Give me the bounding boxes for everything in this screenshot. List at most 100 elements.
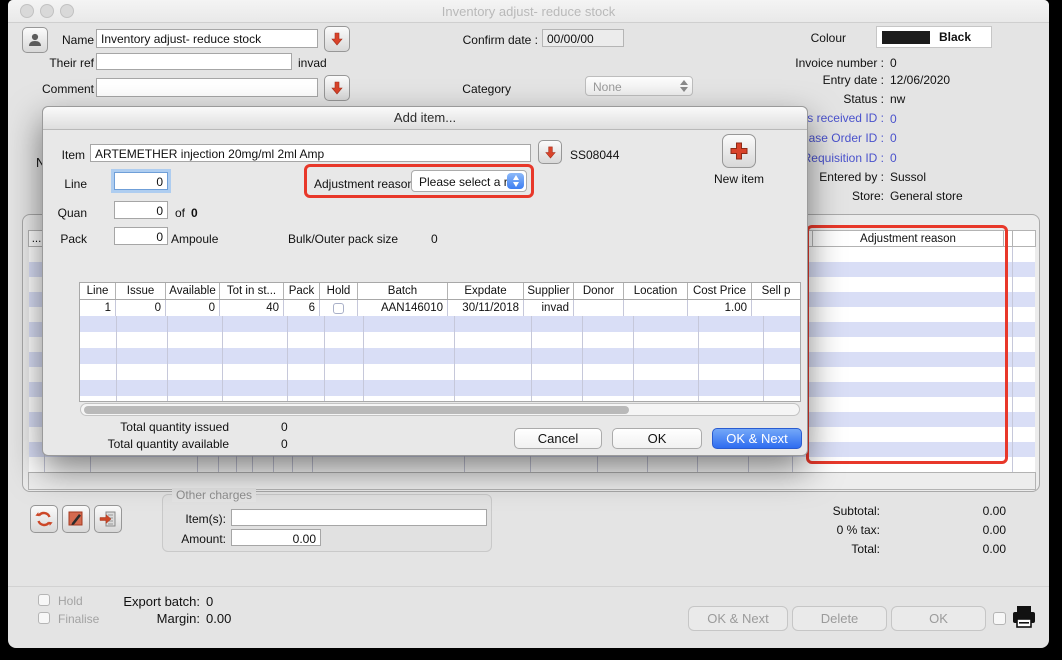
sync-icon xyxy=(35,510,53,528)
new-item-button[interactable] xyxy=(722,134,756,168)
entry-date-value: 12/06/2020 xyxy=(890,73,950,87)
hscrollbar-thumb[interactable] xyxy=(84,406,629,414)
quan-input[interactable]: 0 xyxy=(114,201,168,219)
export-batch-value: 0 xyxy=(206,594,213,609)
stock-lines-table: Line Issue Available Tot in st... Pack H… xyxy=(79,282,801,402)
category-select[interactable]: None xyxy=(585,76,693,96)
other-charges-amount-label: Amount: xyxy=(166,532,226,546)
comment-input[interactable] xyxy=(96,78,318,97)
stock-table-hscrollbar[interactable] xyxy=(80,403,800,416)
colour-select[interactable]: Black xyxy=(876,26,992,48)
new-item-label: New item xyxy=(697,172,781,186)
col-header-available[interactable]: Available xyxy=(166,283,220,299)
footer-ok-button[interactable]: OK xyxy=(891,606,986,631)
col-header-cost-price[interactable]: Cost Price xyxy=(688,283,752,299)
category-value: None xyxy=(593,80,622,94)
dialog-title: Add item... xyxy=(43,107,807,130)
col-header-hold[interactable]: Hold xyxy=(320,283,358,299)
window-title: Inventory adjust- reduce stock xyxy=(8,4,1049,19)
entered-by-value: Sussol xyxy=(890,170,926,184)
table-column-divider xyxy=(1012,247,1013,472)
finalise-checkbox[interactable] xyxy=(38,612,50,624)
cell-available: 0 xyxy=(166,300,220,316)
bulk-pack-size-value: 0 xyxy=(431,232,438,246)
ok-and-next-button[interactable]: OK & Next xyxy=(712,428,802,449)
col-header-supplier[interactable]: Supplier xyxy=(524,283,574,299)
requisition-id-value[interactable]: 0 xyxy=(890,151,897,165)
name-lookup-button[interactable] xyxy=(22,27,48,53)
goods-received-id-value[interactable]: 0 xyxy=(890,112,897,126)
hold-row-checkbox[interactable] xyxy=(333,303,344,314)
adjustment-reason-label: Adjustment reason xyxy=(314,177,414,191)
cell-batch: AAN146010 xyxy=(358,300,448,316)
col-header-expdate[interactable]: Expdate xyxy=(448,283,524,299)
window-titlebar: Inventory adjust- reduce stock xyxy=(8,0,1049,23)
red-down-arrow-icon xyxy=(544,146,557,159)
col-header-pack[interactable]: Pack xyxy=(284,283,320,299)
line-input[interactable]: 0 xyxy=(114,172,168,190)
cell-pack: 6 xyxy=(284,300,320,316)
category-label: Category xyxy=(448,82,511,96)
name-select-button[interactable] xyxy=(324,26,350,52)
cancel-button[interactable]: Cancel xyxy=(514,428,602,449)
red-down-arrow-icon xyxy=(330,32,344,46)
col-header-sell-price[interactable]: Sell p xyxy=(752,283,800,299)
total-quantity-available-label: Total quantity available xyxy=(63,437,229,451)
edit-line-button[interactable] xyxy=(62,505,90,533)
stock-table-row[interactable]: 1 0 0 40 6 AAN146010 30/11/2018 invad 1.… xyxy=(80,300,800,316)
quan-of-value: 0 xyxy=(191,206,198,220)
refresh-lines-button[interactable] xyxy=(30,505,58,533)
confirm-date-label: Confirm date : xyxy=(448,33,538,47)
print-checkbox[interactable] xyxy=(993,612,1006,625)
adjustment-reason-column-highlight xyxy=(806,225,1008,464)
colour-swatch xyxy=(882,31,930,44)
other-charges-amount-input[interactable]: 0.00 xyxy=(231,529,321,546)
item-select-button[interactable] xyxy=(538,140,562,164)
footer-delete-button[interactable]: Delete xyxy=(792,606,887,631)
cell-line: 1 xyxy=(80,300,116,316)
quan-of-label: of xyxy=(175,206,185,220)
other-charges-items-label: Item(s): xyxy=(166,512,226,526)
finalise-label: Finalise xyxy=(58,612,99,626)
printer-icon xyxy=(1010,603,1038,631)
confirm-date-field[interactable]: 00/00/00 xyxy=(542,29,624,47)
red-down-arrow-icon xyxy=(330,81,344,95)
invoice-number-value: 0 xyxy=(890,56,897,70)
adjustment-reason-value: Please select a r... xyxy=(419,175,517,189)
tax-value: 0.00 xyxy=(908,523,1006,537)
their-ref-input[interactable] xyxy=(96,53,292,70)
col-header-tot-in-store[interactable]: Tot in st... xyxy=(220,283,284,299)
export-batch-label: Export batch: xyxy=(98,594,200,609)
item-code: SS08044 xyxy=(570,148,619,162)
export-icon xyxy=(99,510,117,528)
comment-expand-button[interactable] xyxy=(324,75,350,101)
add-item-dialog: Add item... Item ARTEMETHER injection 20… xyxy=(42,106,808,456)
other-charges-items-input[interactable] xyxy=(231,509,487,526)
store-value: General store xyxy=(890,189,963,203)
cell-tot-in-store: 40 xyxy=(220,300,284,316)
cell-issue: 0 xyxy=(116,300,166,316)
total-quantity-issued-label: Total quantity issued xyxy=(63,420,229,434)
col-header-issue[interactable]: Issue xyxy=(116,283,166,299)
edit-icon xyxy=(67,510,85,528)
col-header-line[interactable]: Line xyxy=(80,283,116,299)
col-header-location[interactable]: Location xyxy=(624,283,688,299)
entry-date-label: Entry date : xyxy=(684,73,884,87)
col-header-batch[interactable]: Batch xyxy=(358,283,448,299)
ok-button[interactable]: OK xyxy=(612,428,702,449)
purchase-order-id-value[interactable]: 0 xyxy=(890,131,897,145)
total-label: Total: xyxy=(708,542,880,556)
total-quantity-available-value: 0 xyxy=(281,437,288,451)
item-input[interactable]: ARTEMETHER injection 20mg/ml 2ml Amp xyxy=(90,144,531,162)
export-lines-button[interactable] xyxy=(94,505,122,533)
pack-input[interactable]: 0 xyxy=(114,227,168,245)
status-label: Status : xyxy=(684,92,884,106)
col-header-donor[interactable]: Donor xyxy=(574,283,624,299)
print-button[interactable] xyxy=(1010,603,1038,634)
hold-checkbox[interactable] xyxy=(38,594,50,606)
colour-label: Colour xyxy=(798,31,846,45)
footer-ok-next-button[interactable]: OK & Next xyxy=(688,606,788,631)
name-input[interactable]: Inventory adjust- reduce stock xyxy=(96,29,318,48)
adjustment-reason-select[interactable]: Please select a r... xyxy=(411,170,527,192)
status-value: nw xyxy=(890,92,905,106)
